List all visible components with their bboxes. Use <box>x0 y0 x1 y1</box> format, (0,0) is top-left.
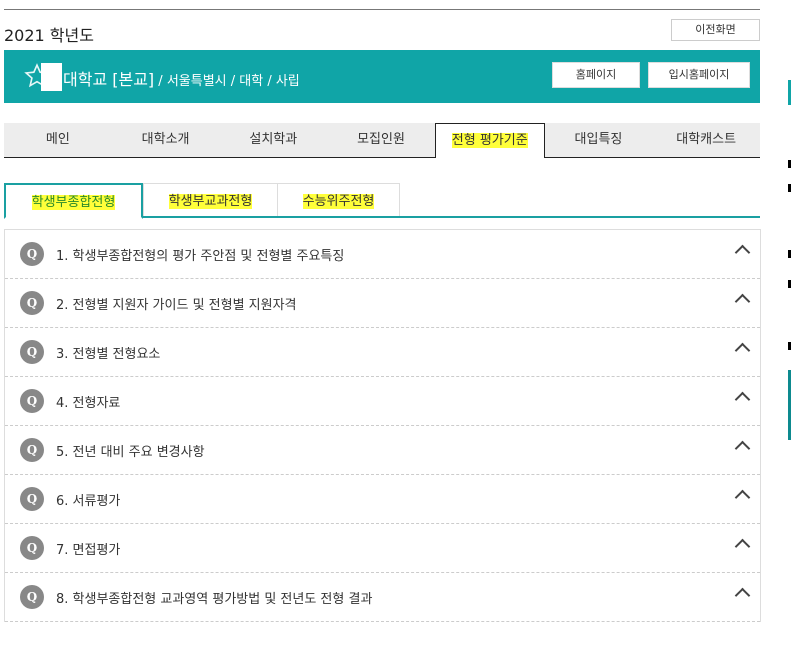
faq-item[interactable]: Q 3. 전형별 전형요소 <box>5 328 760 377</box>
faq-question: 7. 면접평가 <box>56 543 121 558</box>
subtab-comprehensive[interactable]: 학생부종합전형 <box>4 183 143 219</box>
q-badge-icon: Q <box>20 389 44 413</box>
q-badge-icon: Q <box>20 487 44 511</box>
q-badge-icon: Q <box>20 340 44 364</box>
faq-list: Q 1. 학생부종합전형의 평가 주안점 및 전형별 주요특징 Q 2. 전형별 지원… <box>4 229 761 622</box>
admission-homepage-button[interactable]: 입시홈페이지 <box>648 62 750 88</box>
chevron-up-icon[interactable] <box>734 342 751 359</box>
faq-question: 5. 전년 대비 주요 변경사항 <box>56 445 205 460</box>
top-divider <box>4 9 760 10</box>
faq-item[interactable]: Q 6. 서류평가 <box>5 475 760 524</box>
faq-item[interactable]: Q 5. 전년 대비 주요 변경사항 <box>5 426 760 475</box>
subtab-csat[interactable]: 수능위주전형 <box>277 183 400 216</box>
tab-university-cast[interactable]: 대학캐스트 <box>652 123 760 157</box>
chevron-up-icon[interactable] <box>734 244 751 261</box>
q-badge-icon: Q <box>20 536 44 560</box>
subtab-label: 학생부교과전형 <box>168 194 253 209</box>
tab-label: 전형 평가기준 <box>451 133 528 148</box>
faq-question: 1. 학생부종합전형의 평가 주안점 및 전형별 주요특징 <box>56 249 345 264</box>
faq-question: 4. 전형자료 <box>56 396 121 411</box>
main-nav: 메인 대학소개 설치학과 모집인원 전형 평가기준 대입특징 대학캐스트 <box>4 123 760 158</box>
university-title: 대학교 [본교] <box>63 70 155 89</box>
chevron-up-icon[interactable] <box>734 391 751 408</box>
prev-screen-button[interactable]: 이전화면 <box>671 19 760 41</box>
tab-departments[interactable]: 설치학과 <box>219 123 327 157</box>
q-badge-icon: Q <box>20 438 44 462</box>
faq-question: 2. 전형별 지원자 가이드 및 전형별 지원자격 <box>56 298 297 313</box>
q-badge-icon: Q <box>20 242 44 266</box>
tab-evaluation-criteria[interactable]: 전형 평가기준 <box>434 123 545 158</box>
university-name: 대학교 [본교] / 서울특별시 / 대학 / 사립 <box>63 66 300 90</box>
faq-question: 6. 서류평가 <box>56 494 121 509</box>
university-location: / 서울특별시 / 대학 / 사립 <box>154 74 300 89</box>
faq-item[interactable]: Q 2. 전형별 지원자 가이드 및 전형별 지원자격 <box>5 279 760 328</box>
tab-about[interactable]: 대학소개 <box>112 123 220 157</box>
academic-year: 2021 학년도 <box>4 26 94 45</box>
chevron-up-icon[interactable] <box>734 489 751 506</box>
tab-admission-features[interactable]: 대입특징 <box>545 123 653 157</box>
redacted-name <box>41 63 62 91</box>
faq-item[interactable]: Q 4. 전형자료 <box>5 377 760 426</box>
faq-item[interactable]: Q 7. 면접평가 <box>5 524 760 573</box>
tab-main[interactable]: 메인 <box>4 123 112 157</box>
faq-question: 3. 전형별 전형요소 <box>56 347 161 362</box>
chevron-up-icon[interactable] <box>734 293 751 310</box>
faq-question: 8. 학생부종합전형 교과영역 평가방법 및 전년도 전형 결과 <box>56 592 373 607</box>
chevron-up-icon[interactable] <box>734 587 751 604</box>
faq-item[interactable]: Q 8. 학생부종합전형 교과영역 평가방법 및 전년도 전형 결과 <box>5 573 760 622</box>
chevron-up-icon[interactable] <box>734 440 751 457</box>
faq-item[interactable]: Q 1. 학생부종합전형의 평가 주안점 및 전형별 주요특징 <box>5 230 760 279</box>
subtab-label: 수능위주전형 <box>302 194 375 209</box>
tab-quota[interactable]: 모집인원 <box>327 123 435 157</box>
university-banner: 대학교 [본교] / 서울특별시 / 대학 / 사립 홈페이지 입시홈페이지 <box>4 50 760 103</box>
q-badge-icon: Q <box>20 291 44 315</box>
subtab-label: 학생부종합전형 <box>31 195 116 210</box>
subtabs: 학생부종합전형 학생부교과전형 수능위주전형 <box>4 183 760 219</box>
homepage-button[interactable]: 홈페이지 <box>552 62 640 88</box>
subtab-grades[interactable]: 학생부교과전형 <box>143 183 278 216</box>
chevron-up-icon[interactable] <box>734 538 751 555</box>
q-badge-icon: Q <box>20 585 44 609</box>
